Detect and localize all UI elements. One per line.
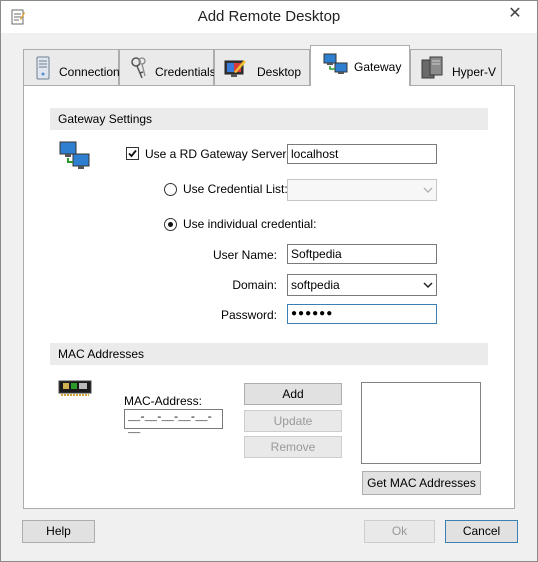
credential-list-label: Use Credential List: <box>183 182 288 196</box>
chevron-down-icon <box>423 187 433 194</box>
server-icon <box>421 56 443 79</box>
get-mac-addresses-button[interactable]: Get MAC Addresses <box>362 471 481 495</box>
use-gateway-checkbox[interactable] <box>126 147 139 160</box>
keys-icon <box>131 57 146 79</box>
tab-credentials[interactable]: Credentials <box>119 49 216 85</box>
checkmark-icon <box>128 149 137 158</box>
tab-gateway[interactable]: Gateway <box>310 45 410 86</box>
gateway-settings-title: Gateway Settings <box>58 112 153 126</box>
mac-address-list[interactable] <box>361 382 481 464</box>
individual-credential-label: Use individual credential: <box>183 217 317 231</box>
add-remote-desktop-dialog: Add Remote Desktop ✕ Connection Credenti… <box>0 0 538 562</box>
monitor-palette-icon <box>224 60 246 77</box>
cancel-button[interactable]: Cancel <box>445 520 518 543</box>
radio-selected-dot <box>168 222 173 227</box>
title-bar: Add Remote Desktop ✕ <box>1 1 537 33</box>
domain-label: Domain: <box>232 278 277 292</box>
close-icon[interactable]: ✕ <box>497 4 533 24</box>
tab-hyper-v[interactable]: Hyper-V <box>410 49 502 85</box>
tab-gateway-label: Gateway <box>354 60 402 74</box>
window-title: Add Remote Desktop <box>197 8 341 25</box>
credential-list-radio[interactable] <box>164 183 177 196</box>
domain-value: softpedia <box>291 278 340 292</box>
gateway-server-input[interactable]: localhost <box>287 144 437 164</box>
mac-addresses-title: MAC Addresses <box>58 347 145 361</box>
server-tower-icon <box>36 56 50 80</box>
update-mac-button[interactable]: Update <box>244 410 342 432</box>
username-input[interactable]: Softpedia <box>287 244 437 264</box>
remove-mac-button[interactable]: Remove <box>244 436 342 458</box>
tab-desktop-label: Desktop <box>257 65 302 79</box>
username-label: User Name: <box>212 248 277 262</box>
add-mac-button[interactable]: Add <box>244 383 342 405</box>
tab-connection[interactable]: Connection <box>23 49 120 85</box>
mac-address-input[interactable]: __-__-__-__-__-__ <box>124 409 223 436</box>
mac-address-label: MAC-Address: <box>124 394 203 408</box>
credential-list-select[interactable] <box>287 179 437 201</box>
password-input[interactable]: ●●●●●● <box>287 304 437 324</box>
network-computers-icon <box>323 53 348 74</box>
tab-credentials-label: Credentials <box>155 65 216 79</box>
help-button[interactable]: Help <box>22 520 95 543</box>
chevron-down-icon <box>423 282 433 289</box>
gateway-tab-panel: Gateway Settings Use a RD Gateway Server… <box>23 85 515 509</box>
tab-desktop[interactable]: Desktop <box>214 49 310 85</box>
individual-credential-radio[interactable] <box>164 218 177 231</box>
tab-strip: Connection Credentials Desktop Gateway H… <box>23 45 523 86</box>
use-gateway-label: Use a RD Gateway Server: <box>145 147 290 161</box>
tab-connection-label: Connection <box>59 65 120 79</box>
mac-addresses-header: MAC Addresses <box>50 343 488 365</box>
password-label: Password: <box>220 308 277 322</box>
gateway-network-icon <box>59 141 90 169</box>
gateway-settings-header: Gateway Settings <box>50 108 488 130</box>
network-card-icon <box>58 380 92 396</box>
domain-select[interactable]: softpedia <box>287 274 437 296</box>
ok-button[interactable]: Ok <box>364 520 435 543</box>
tab-hyper-v-label: Hyper-V <box>452 65 497 79</box>
